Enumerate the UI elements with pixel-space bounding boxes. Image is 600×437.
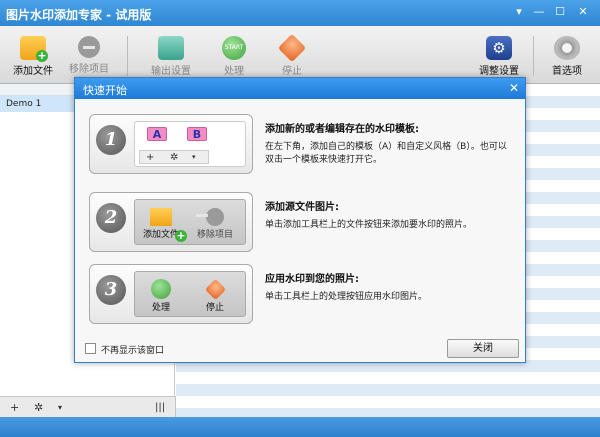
output-settings-button[interactable]: 输出设置: [138, 30, 204, 80]
close-button[interactable]: 关闭: [447, 339, 519, 358]
quick-start-dialog: 快速开始 ✕ 1 A B + ✲ ▾ 添加新的或者编辑存在的水印模板: 在左下角…: [74, 77, 526, 363]
close-window-icon[interactable]: ✕: [574, 4, 592, 20]
mini-process-label: 处理: [151, 303, 170, 313]
mini-gear-icon: ✲: [170, 152, 179, 163]
preferences-label: 首选项: [552, 66, 582, 77]
title-bar: 图片水印添加专家 - 试用版 ▾ — ☐ ✕: [0, 0, 600, 26]
template-toolbar: + ✲ ▾ |||: [0, 396, 176, 418]
toolbar: 添加文件 移除项目 输出设置 START 处理 停止 ⚙ 调整设置 首选项: [0, 26, 600, 84]
mini-process: 处理: [137, 276, 185, 313]
gear-icon: ⚙: [486, 36, 512, 60]
add-folder-icon: [20, 36, 48, 62]
remove-item-label: 移除项目: [69, 64, 109, 75]
step-3-heading: 应用水印到您的照片:: [265, 274, 359, 285]
start-icon: START: [222, 36, 246, 60]
step-2-text: 添加源文件图片: 单击添加工具栏上的文件按钮来添加要水印的照片。: [265, 198, 515, 232]
step-1-card: 1 A B + ✲ ▾: [89, 114, 253, 174]
mini-stop-icon: [204, 278, 226, 301]
adjust-settings-button[interactable]: ⚙ 调整设置: [466, 30, 532, 80]
step-1-heading: 添加新的或者编辑存在的水印模板:: [265, 124, 419, 135]
status-bar: [0, 417, 600, 437]
step-2-card: 2 添加文件 移除项目: [89, 192, 253, 252]
add-template-button[interactable]: +: [10, 401, 19, 415]
mini-add-files: 添加文件: [137, 204, 185, 240]
minimize-icon[interactable]: —: [530, 4, 548, 20]
toolbar-separator: [127, 36, 128, 76]
dont-show-label: 不再显示该窗口: [101, 346, 165, 356]
dont-show-checkbox[interactable]: [85, 343, 96, 354]
columns-icon[interactable]: |||: [155, 401, 165, 415]
step-1-description: 在左下角，添加自己的模板（A）和自定义风格（B）。也可以双击一个模板来快速打开它…: [265, 142, 507, 165]
dialog-title-bar: 快速开始 ✕: [75, 78, 525, 99]
step-3-card: 3 处理 停止: [89, 264, 253, 324]
stop-label: 停止: [282, 66, 302, 77]
step-3-description: 单击工具栏上的处理按钮应用水印图片。: [265, 292, 428, 302]
mini-template-toolbar: + ✲ ▾: [139, 150, 209, 164]
app-window: 图片水印添加专家 - 试用版 ▾ — ☐ ✕ 添加文件 移除项目 输出设置 ST…: [0, 0, 600, 437]
mini-stop-label: 停止: [205, 303, 224, 313]
help-dropdown-icon[interactable]: ▾: [510, 4, 528, 20]
style-gear-icon[interactable]: ✲: [34, 401, 43, 415]
maximize-icon[interactable]: ☐: [551, 4, 569, 20]
step-3-text: 应用水印到您的照片: 单击工具栏上的处理按钮应用水印图片。: [265, 270, 515, 304]
mini-folder-icon: [150, 208, 172, 226]
step-3-number: 3: [96, 275, 126, 305]
mini-dropdown-icon: ▾: [192, 153, 196, 161]
step-1-text: 添加新的或者编辑存在的水印模板: 在左下角，添加自己的模板（A）和自定义风格（B…: [265, 120, 515, 167]
dialog-close-icon[interactable]: ✕: [509, 81, 519, 95]
stop-button[interactable]: 停止: [259, 30, 325, 80]
window-title: 图片水印添加专家 - 试用版: [6, 8, 152, 22]
mini-add-icon: +: [146, 152, 155, 163]
preferences-gear-icon: [554, 36, 580, 60]
step-3-illustration: 处理 停止: [134, 271, 246, 317]
mini-remove-item: 移除项目: [191, 204, 239, 240]
step-1-number: 1: [96, 125, 126, 155]
step-2-illustration: 添加文件 移除项目: [134, 199, 246, 245]
preferences-button[interactable]: 首选项: [534, 30, 600, 80]
dialog-footer: 不再显示该窗口 关闭: [75, 336, 525, 362]
export-icon: [158, 36, 184, 60]
dialog-title: 快速开始: [83, 84, 127, 97]
tag-a: A: [147, 127, 167, 141]
tag-b: B: [187, 127, 207, 141]
step-2-heading: 添加源文件图片:: [265, 202, 339, 213]
process-button[interactable]: START 处理: [201, 30, 267, 80]
mini-remove-label: 移除项目: [196, 230, 233, 240]
remove-icon: [78, 36, 100, 58]
stop-icon: [277, 33, 307, 63]
mini-start-icon: [151, 279, 171, 299]
step-1-illustration: A B + ✲ ▾: [134, 121, 246, 167]
adjust-settings-label: 调整设置: [479, 66, 519, 77]
mini-remove-icon: [206, 208, 224, 226]
remove-item-button[interactable]: 移除项目: [56, 30, 122, 80]
output-settings-label: 输出设置: [151, 66, 191, 77]
mini-stop: 停止: [191, 276, 239, 313]
step-2-number: 2: [96, 203, 126, 233]
process-label: 处理: [224, 66, 244, 77]
step-2-description: 单击添加工具栏上的文件按钮来添加要水印的照片。: [265, 220, 473, 230]
style-dropdown-icon[interactable]: ▾: [58, 401, 62, 415]
